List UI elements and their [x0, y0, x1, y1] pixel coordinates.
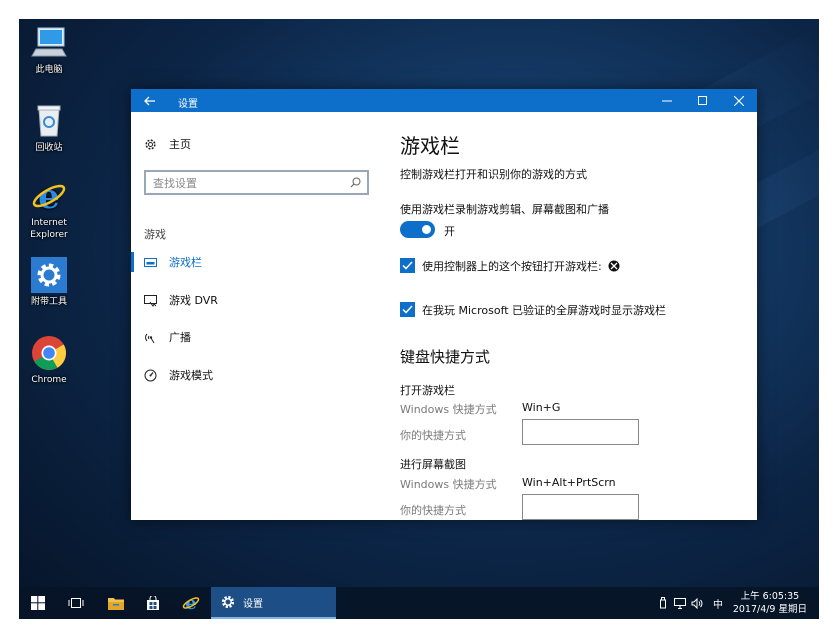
checkmark-icon [402, 305, 413, 314]
selected-indicator [131, 252, 134, 272]
back-arrow-icon [144, 96, 155, 105]
task-view-button[interactable] [57, 587, 95, 619]
section-heading-gaming: 游戏 [144, 228, 166, 241]
settings-window: 设置 主页 查找设置 游戏 游戏栏 游戏 DVR 广播 游戏模式 游戏栏 控制游… [131, 89, 757, 520]
nav-game-mode-label: 游戏模式 [169, 369, 213, 382]
input-method-indicator[interactable]: 中 [709, 587, 727, 619]
task-view-icon [68, 598, 84, 608]
start-button[interactable] [19, 587, 57, 619]
controller-button-text: 使用控制器上的这个按钮打开游戏栏: [422, 260, 602, 273]
desktop-icon-internet-explorer[interactable]: e Internet Explorer [19, 177, 79, 241]
windows-shortcut-value: Win+G [522, 401, 561, 414]
clock[interactable]: 上午 6:05:35 2017/4/9 星期日 [733, 590, 807, 616]
internet-explorer-taskbar-button[interactable]: e [172, 587, 210, 619]
settings-sidebar: 主页 查找设置 游戏 游戏栏 游戏 DVR 广播 游戏模式 [131, 112, 379, 520]
fullscreen-games-label: 在我玩 Microsoft 已验证的全屏游戏时显示游戏栏 [422, 304, 667, 317]
internet-explorer-icon: e [182, 594, 200, 612]
shortcut-screenshot-title: 进行屏幕截图 [400, 458, 466, 471]
close-button[interactable] [721, 89, 757, 112]
desktop-icon-label: 此电脑 [35, 65, 63, 75]
tools-gear-icon [31, 257, 67, 293]
gear-icon [221, 595, 235, 609]
nav-game-mode[interactable]: 游戏模式 [131, 362, 379, 388]
network-tray-icon[interactable] [672, 587, 688, 619]
gear-icon [144, 138, 157, 151]
your-shortcut-input[interactable] [522, 419, 639, 445]
your-shortcut-label: 你的快捷方式 [400, 429, 466, 442]
desktop: 此电脑 回收站 e Internet Explorer 附带工具 Chrome … [19, 19, 819, 619]
computer-icon [31, 25, 67, 61]
svg-text:e: e [38, 178, 60, 214]
search-settings-input[interactable]: 查找设置 [144, 170, 369, 195]
nav-broadcast-label: 广播 [169, 331, 191, 344]
game-bar-icon [144, 256, 157, 269]
nav-broadcast[interactable]: 广播 [131, 324, 379, 350]
maximize-button[interactable] [685, 89, 721, 112]
windows-logo-icon [31, 596, 45, 610]
search-placeholder: 查找设置 [153, 177, 197, 190]
internet-explorer-icon: e [31, 177, 67, 217]
desktop-icon-chrome[interactable]: Chrome [19, 335, 79, 386]
minimize-button[interactable] [649, 89, 685, 112]
page-description: 控制游戏栏打开和识别你的游戏的方式 [400, 168, 587, 181]
checkmark-icon [402, 261, 413, 270]
settings-taskbar-label: 设置 [243, 598, 263, 610]
settings-taskbar-button[interactable]: 设置 [211, 587, 336, 619]
toggle-knob [422, 225, 431, 234]
minimize-icon [662, 100, 672, 101]
page-title: 游戏栏 [400, 134, 460, 158]
volume-tray-icon[interactable] [689, 587, 705, 619]
folder-icon [108, 598, 124, 610]
toggle-state-label: 开 [444, 225, 455, 238]
nav-home[interactable]: 主页 [131, 131, 379, 157]
settings-content: 游戏栏 控制游戏栏打开和识别你的游戏的方式 使用游戏栏录制游戏剪辑、屏幕截图和广… [400, 112, 757, 520]
nav-game-dvr[interactable]: 游戏 DVR [131, 287, 379, 313]
game-dvr-icon [144, 294, 157, 307]
file-explorer-button[interactable] [97, 587, 135, 619]
your-shortcut-label: 你的快捷方式 [400, 504, 466, 517]
taskbar: e 设置 中 上午 6:05:35 2017/4/9 星期日 [19, 587, 819, 619]
usb-tray-icon[interactable] [655, 587, 671, 619]
back-button[interactable] [131, 89, 169, 112]
shortcut-open-game-bar-title: 打开游戏栏 [400, 384, 455, 397]
nav-game-dvr-label: 游戏 DVR [169, 294, 218, 307]
xbox-icon [608, 260, 620, 272]
search-icon [350, 177, 361, 191]
desktop-icon-label: Chrome [31, 375, 67, 385]
fullscreen-games-checkbox[interactable] [400, 302, 415, 317]
game-mode-icon [144, 369, 157, 382]
controller-button-label: 使用控制器上的这个按钮打开游戏栏: [422, 258, 620, 274]
desktop-icon-tools[interactable]: 附带工具 [19, 257, 79, 308]
nav-game-bar-label: 游戏栏 [169, 256, 202, 269]
your-shortcut-input[interactable] [522, 494, 639, 520]
desktop-icon-recycle-bin[interactable]: 回收站 [19, 103, 79, 154]
nav-game-bar[interactable]: 游戏栏 [131, 249, 379, 275]
chrome-icon [31, 335, 67, 371]
desktop-icon-label: 回收站 [35, 143, 63, 153]
broadcast-icon [144, 331, 157, 344]
clock-time: 上午 6:05:35 [740, 591, 800, 602]
window-title: 设置 [178, 99, 198, 110]
recycle-bin-icon [31, 103, 67, 139]
store-bag-icon [147, 595, 159, 610]
clock-date: 2017/4/9 星期日 [732, 604, 807, 615]
maximize-icon [698, 95, 707, 105]
title-bar[interactable]: 设置 [131, 89, 757, 112]
windows-shortcut-value: Win+Alt+PrtScrn [522, 476, 616, 489]
controller-button-checkbox[interactable] [400, 258, 415, 273]
desktop-icon-label: Internet Explorer [30, 218, 68, 240]
desktop-icon-this-pc[interactable]: 此电脑 [19, 25, 79, 76]
close-icon [734, 95, 744, 106]
store-button[interactable] [134, 587, 172, 619]
record-toggle-label: 使用游戏栏录制游戏剪辑、屏幕截图和广播 [400, 203, 609, 216]
desktop-icon-label: 附带工具 [30, 297, 67, 307]
shortcuts-heading: 键盘快捷方式 [400, 348, 491, 366]
nav-home-label: 主页 [169, 138, 191, 151]
windows-shortcut-label: Windows 快捷方式 [400, 403, 497, 416]
record-toggle[interactable] [400, 221, 435, 238]
windows-shortcut-label: Windows 快捷方式 [400, 478, 497, 491]
